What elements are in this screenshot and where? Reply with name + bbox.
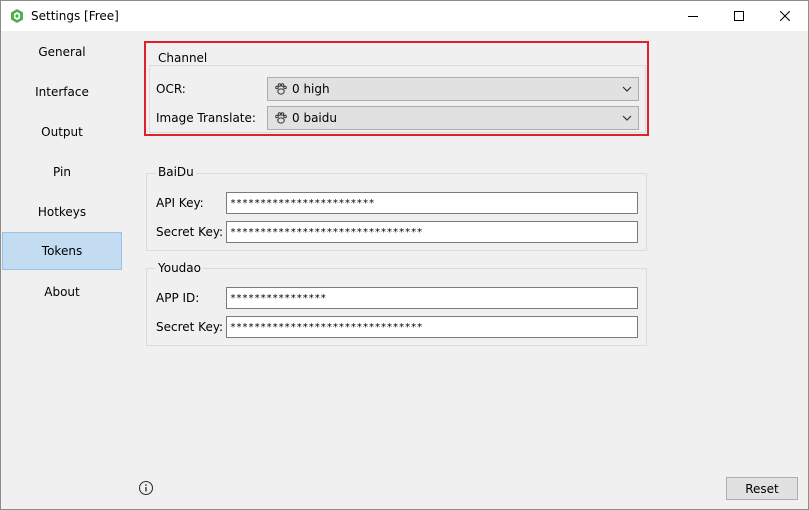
youdao-secret-key-input[interactable] — [226, 316, 638, 338]
sidebar: General Interface Output Pin Hotkeys Tok… — [1, 31, 123, 509]
maximize-button[interactable] — [716, 1, 762, 31]
reset-button[interactable]: Reset — [726, 477, 798, 500]
sidebar-item-label: Output — [41, 125, 83, 139]
sidebar-item-about[interactable]: About — [2, 273, 122, 311]
sidebar-item-label: Hotkeys — [37, 205, 87, 219]
maximize-icon — [734, 11, 744, 21]
sidebar-item-label: General — [38, 45, 86, 59]
baidu-secret-key-input[interactable] — [226, 221, 638, 243]
close-button[interactable] — [762, 1, 808, 31]
youdao-app-id-label: APP ID: — [156, 291, 200, 305]
sidebar-item-label: Pin — [53, 165, 71, 179]
sidebar-item-hotkeys[interactable]: Hotkeys — [2, 193, 122, 231]
baidu-group-title: BaiDu — [156, 165, 196, 179]
channel-highlight-box — [144, 41, 649, 136]
sidebar-item-pin[interactable]: Pin — [2, 153, 122, 191]
youdao-app-id-input[interactable] — [226, 287, 638, 309]
sidebar-item-interface[interactable]: Interface — [2, 73, 122, 111]
youdao-secret-key-label: Secret Key: — [156, 320, 224, 334]
app-logo-icon — [11, 9, 23, 23]
sidebar-item-tokens[interactable]: Tokens — [2, 232, 122, 270]
sidebar-item-label: Tokens — [41, 244, 83, 258]
minimize-button[interactable] — [670, 1, 716, 31]
sidebar-item-label: Interface — [35, 85, 89, 99]
sidebar-item-output[interactable]: Output — [2, 113, 122, 151]
settings-window: Settings [Free] General Interface Output — [0, 0, 809, 510]
youdao-group-title: Youdao — [156, 261, 203, 275]
window-title: Settings [Free] — [31, 9, 119, 23]
title-bar[interactable]: Settings [Free] — [1, 1, 808, 31]
sidebar-item-label: About — [44, 285, 80, 299]
baidu-secret-key-label: Secret Key: — [156, 225, 224, 239]
minimize-icon — [688, 16, 698, 17]
sidebar-item-general[interactable]: General — [2, 33, 122, 71]
baidu-api-key-label: API Key: — [156, 196, 204, 210]
info-icon[interactable] — [138, 480, 154, 496]
close-icon — [780, 11, 790, 21]
baidu-api-key-input[interactable] — [226, 192, 638, 214]
